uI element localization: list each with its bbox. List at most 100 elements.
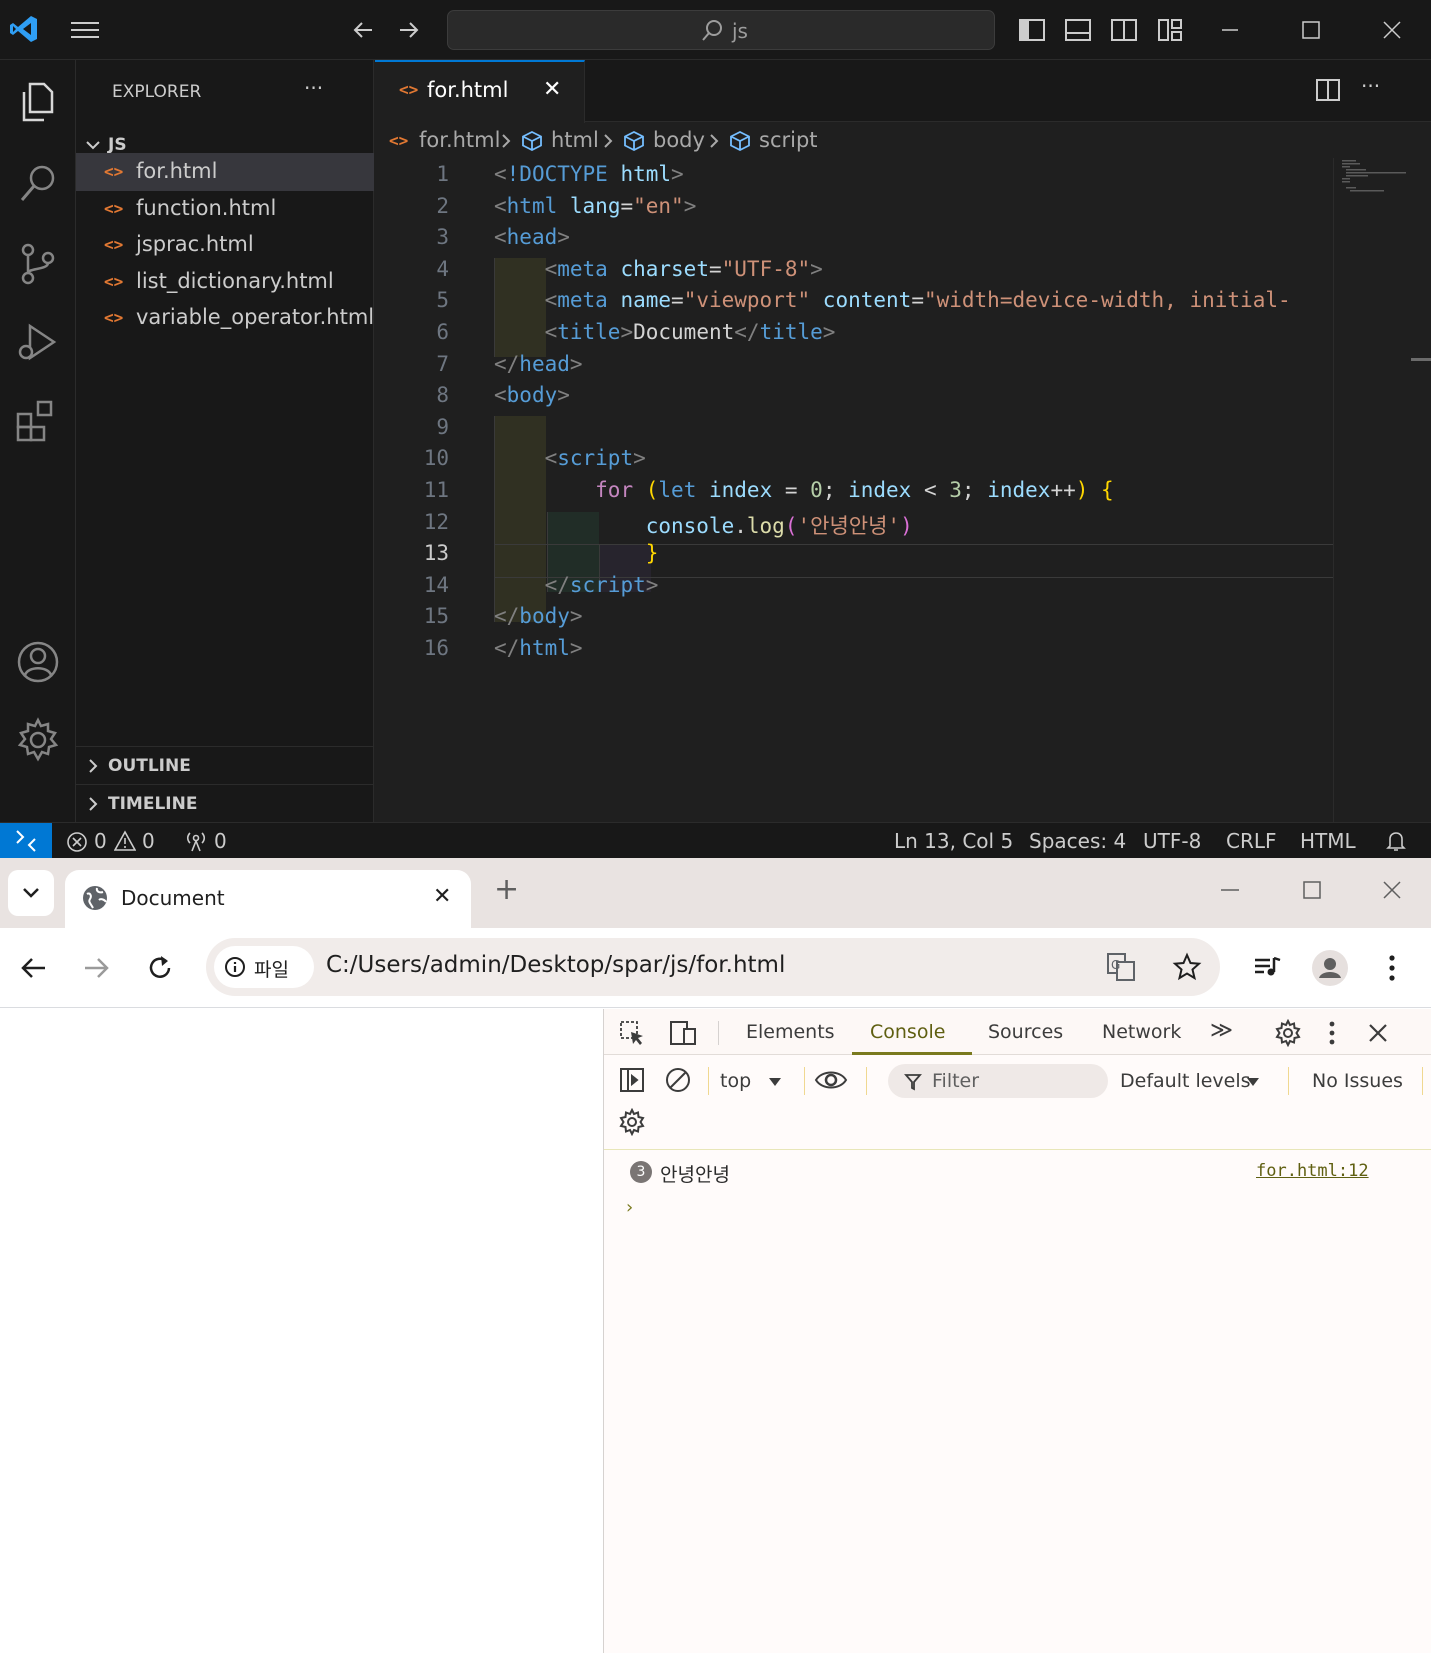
code-line[interactable]: 9 (375, 411, 1335, 444)
forward-arrow-icon[interactable] (396, 17, 422, 43)
toggle-secondary-sidebar-icon[interactable] (1108, 14, 1140, 46)
tab-elements[interactable]: Elements (746, 1021, 835, 1043)
code-line[interactable]: 14 </script> (375, 569, 1335, 602)
toggle-panel-icon[interactable] (1062, 14, 1094, 46)
back-arrow-icon[interactable] (350, 17, 376, 43)
console-settings-icon[interactable] (618, 1108, 646, 1136)
console-prompt[interactable]: › (626, 1197, 633, 1218)
extensions-icon[interactable] (14, 396, 62, 444)
tab-close-icon[interactable]: ✕ (433, 884, 451, 909)
customize-layout-icon[interactable] (1154, 14, 1186, 46)
code-line[interactable]: 11 for (let index = 0; index < 3; index+… (375, 474, 1335, 507)
timeline-section[interactable]: TIMELINE (76, 784, 374, 822)
explorer-icon[interactable] (14, 78, 62, 126)
code-line[interactable]: 7 </head> (375, 348, 1335, 381)
close-window-icon[interactable] (1376, 878, 1408, 910)
code-line[interactable]: 2 <html lang="en"> (375, 190, 1335, 223)
notifications-bell-icon[interactable] (1384, 829, 1408, 853)
code-line[interactable]: 13 } (375, 537, 1335, 570)
minimize-icon[interactable] (1214, 14, 1246, 46)
split-editor-icon[interactable] (1313, 75, 1343, 105)
close-window-icon[interactable] (1376, 14, 1408, 46)
breadcrumb-file[interactable]: for.html (419, 128, 500, 152)
error-icon[interactable] (66, 831, 88, 853)
run-debug-icon[interactable] (14, 318, 62, 366)
encoding[interactable]: UTF-8 (1143, 829, 1201, 853)
code-editor[interactable]: 1 <!DOCTYPE html> 2 <html lang="en"> 3 <head>… (375, 158, 1333, 822)
broadcast-icon[interactable] (184, 830, 208, 852)
minimap[interactable] (1333, 158, 1406, 822)
close-devtools-icon[interactable] (1366, 1021, 1390, 1045)
code-line[interactable]: 15 </body> (375, 600, 1335, 633)
tab-for-html[interactable]: <> for.html ✕ (375, 60, 585, 123)
inspect-element-icon[interactable] (618, 1019, 646, 1047)
editor-more-actions-icon[interactable]: ··· (1361, 74, 1380, 98)
toggle-primary-sidebar-icon[interactable] (1016, 14, 1048, 46)
search-icon[interactable] (14, 160, 62, 208)
warning-icon[interactable] (114, 830, 136, 852)
log-source-link[interactable]: for.html:12 (1256, 1161, 1369, 1181)
clear-console-icon[interactable] (664, 1066, 692, 1094)
file-item-jsprac-html[interactable]: <> jsprac.html (76, 226, 374, 264)
code-line[interactable]: 8 <body> (375, 379, 1335, 412)
code-line[interactable]: 6 <title>Document</title> (375, 316, 1335, 349)
devtools-menu-icon[interactable] (1324, 1019, 1340, 1047)
remote-indicator[interactable] (0, 823, 52, 859)
file-item-function-html[interactable]: <> function.html (76, 190, 374, 228)
cursor-position[interactable]: Ln 13, Col 5 (894, 829, 1013, 853)
more-tabs-icon[interactable]: ≫ (1210, 1018, 1233, 1043)
command-center-search[interactable]: js (447, 10, 995, 50)
code-line[interactable]: 10 <script> (375, 442, 1335, 475)
new-tab-icon[interactable]: + (494, 872, 519, 907)
language-mode[interactable]: HTML (1300, 829, 1356, 853)
tab-network[interactable]: Network (1102, 1021, 1181, 1043)
reload-icon[interactable] (144, 952, 176, 984)
forward-arrow-icon[interactable] (80, 952, 112, 984)
maximize-icon[interactable] (1296, 878, 1328, 910)
sidebar-toggle-icon[interactable] (618, 1066, 646, 1094)
source-control-icon[interactable] (14, 240, 62, 288)
tab-console[interactable]: Console (870, 1021, 945, 1043)
live-expression-eye-icon[interactable] (814, 1066, 848, 1094)
media-control-icon[interactable] (1252, 952, 1284, 984)
breadcrumb-html[interactable]: html (551, 128, 599, 152)
breadcrumb-script[interactable]: script (759, 128, 818, 152)
tab-close-icon[interactable]: ✕ (543, 77, 561, 102)
issues-count[interactable]: No Issues (1312, 1070, 1403, 1092)
accounts-icon[interactable] (14, 638, 62, 686)
code-line[interactable]: 5 <meta name="viewport" content="width=d… (375, 284, 1335, 317)
menu-icon[interactable] (70, 18, 100, 42)
code-line[interactable]: 1 <!DOCTYPE html> (375, 158, 1335, 191)
translate-icon[interactable]: G (1106, 952, 1136, 982)
browser-tab-document[interactable]: Document ✕ (65, 870, 471, 928)
context-selector[interactable]: top (720, 1064, 804, 1098)
file-item-variable-operator-html[interactable]: <> variable_operator.html (76, 299, 374, 337)
devtools-settings-icon[interactable] (1274, 1019, 1302, 1047)
indentation[interactable]: Spaces: 4 (1029, 829, 1126, 853)
code-line[interactable]: 3 <head> (375, 221, 1335, 254)
tab-sources[interactable]: Sources (988, 1021, 1063, 1043)
code-line[interactable]: 4 <meta charset="UTF-8"> (375, 253, 1335, 286)
console-filter-input[interactable]: Filter (888, 1064, 1108, 1098)
device-toolbar-icon[interactable] (668, 1019, 698, 1047)
browser-menu-icon[interactable] (1380, 952, 1404, 984)
profile-avatar-icon[interactable] (1312, 950, 1348, 986)
more-actions-icon[interactable]: ··· (304, 76, 323, 100)
code-line[interactable]: 12 console.log('안녕안녕') (375, 506, 1335, 539)
settings-gear-icon[interactable] (14, 716, 62, 764)
code-line[interactable]: 16 </html> (375, 632, 1335, 665)
file-item-for-html[interactable]: <> for.html (76, 153, 374, 191)
code-token: > (683, 194, 697, 218)
bookmark-star-icon[interactable] (1172, 952, 1202, 982)
file-item-list-dictionary-html[interactable]: <> list_dictionary.html (76, 263, 374, 301)
tab-search-button[interactable] (8, 870, 54, 916)
breadcrumb-body[interactable]: body (653, 128, 705, 152)
back-arrow-icon[interactable] (18, 952, 50, 984)
log-levels-dropdown[interactable]: Default levels (1120, 1064, 1270, 1098)
outline-section[interactable]: OUTLINE (76, 746, 374, 784)
site-info-chip[interactable]: 파일 (214, 946, 314, 988)
line-ending[interactable]: CRLF (1226, 829, 1277, 853)
minimize-icon[interactable] (1214, 878, 1246, 910)
maximize-icon[interactable] (1295, 14, 1327, 46)
address-bar[interactable]: 파일 C:/Users/admin/Desktop/spar/js/for.ht… (206, 938, 1220, 996)
